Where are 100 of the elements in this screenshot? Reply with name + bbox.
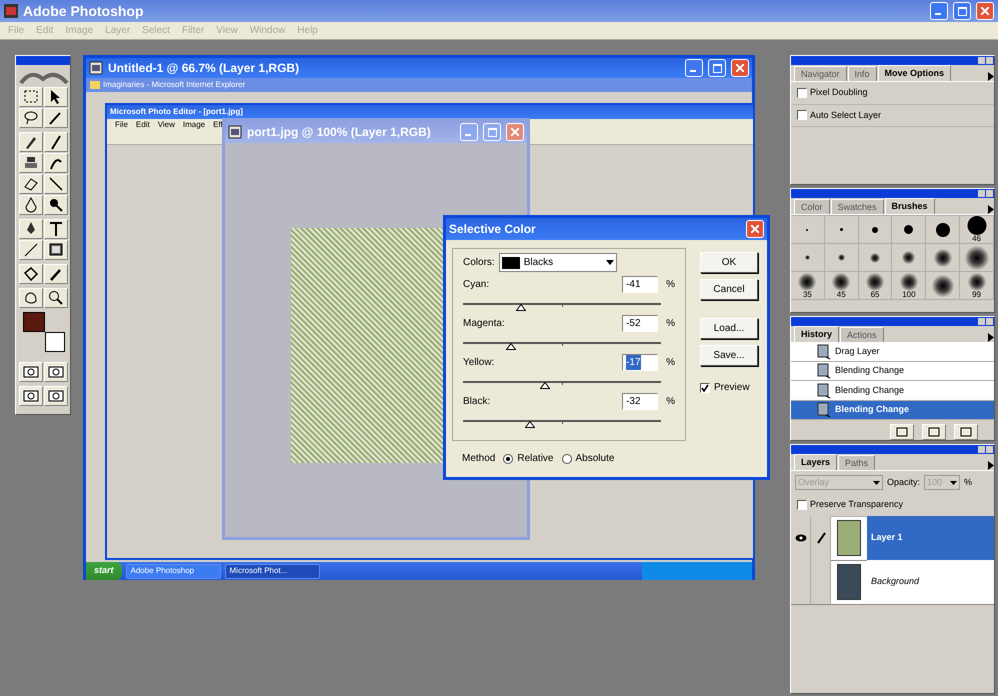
brush-preset[interactable] (960, 244, 994, 272)
maximize-button[interactable] (708, 59, 726, 77)
radio-option[interactable]: Relative (503, 451, 554, 466)
dialog-button[interactable]: OK (700, 252, 758, 273)
palette-tab[interactable]: History (794, 326, 840, 342)
brush-preset[interactable]: 99 (960, 272, 994, 300)
tool-button[interactable] (44, 264, 68, 284)
brush-preset[interactable] (858, 216, 892, 244)
minimize-button[interactable] (685, 59, 703, 77)
menu-item[interactable]: File (115, 119, 128, 131)
palette-tab[interactable]: Layers (794, 454, 838, 470)
history-item[interactable]: Blending Change (791, 381, 994, 401)
mode-button[interactable] (19, 386, 43, 406)
tool-button[interactable] (19, 288, 43, 308)
value-field[interactable]: -17 (622, 354, 658, 371)
tool-button[interactable] (44, 240, 68, 260)
brush-preset[interactable] (892, 244, 926, 272)
close-button[interactable] (746, 220, 764, 238)
tool-button[interactable] (19, 153, 43, 173)
value-field[interactable]: -32 (622, 393, 658, 410)
slider-thumb[interactable] (506, 343, 516, 350)
palette-tab[interactable]: Info (848, 66, 877, 81)
visibility-toggle[interactable] (791, 560, 811, 604)
close-button[interactable] (506, 123, 524, 141)
radio-option[interactable]: Absolute (562, 451, 614, 466)
palette-menu-icon[interactable] (988, 205, 994, 214)
brush-preset[interactable] (926, 216, 960, 244)
palette-tab[interactable]: Paths (838, 455, 876, 470)
tool-button[interactable] (19, 195, 43, 215)
value-field[interactable]: -41 (622, 276, 658, 293)
palette-tab[interactable]: Actions (840, 326, 884, 342)
history-item[interactable]: Blending Change (791, 400, 994, 420)
menu-item[interactable]: Edit (136, 119, 150, 131)
mode-button[interactable] (19, 362, 43, 382)
palette-menu-icon[interactable] (988, 72, 994, 81)
tool-button[interactable] (19, 87, 43, 107)
palette-tab[interactable]: Move Options (878, 65, 952, 81)
close-button[interactable] (731, 59, 749, 77)
tool-button[interactable] (19, 132, 43, 152)
background-color-swatch[interactable] (45, 332, 65, 352)
close-button[interactable] (976, 2, 994, 20)
brush-preset[interactable]: 100 (892, 272, 926, 300)
tool-button[interactable] (19, 108, 43, 128)
tool-button[interactable] (19, 240, 43, 260)
brush-preset[interactable]: 65 (858, 272, 892, 300)
palette-tab[interactable]: Color (794, 199, 830, 214)
minimize-button[interactable] (930, 2, 948, 20)
brush-preset[interactable] (926, 244, 960, 272)
menu-item[interactable]: View (158, 119, 175, 131)
slider-thumb[interactable] (540, 382, 550, 389)
bucket-icon (22, 265, 40, 283)
link-toggle[interactable] (811, 560, 831, 604)
tool-button[interactable] (44, 108, 68, 128)
slider-thumb[interactable] (516, 304, 526, 311)
palette-button[interactable] (890, 424, 914, 440)
tool-button[interactable] (44, 153, 68, 173)
menu-item[interactable]: Image (182, 119, 206, 131)
preview-checkbox[interactable]: Preview (700, 380, 758, 395)
brush-preset[interactable]: 46 (960, 216, 994, 244)
tool-button[interactable] (44, 87, 68, 107)
maximize-button[interactable] (953, 2, 971, 20)
dialog-button[interactable]: Save... (700, 345, 758, 366)
start-button[interactable]: start (86, 562, 122, 580)
tool-button[interactable] (19, 174, 43, 194)
brush-preset[interactable] (926, 272, 960, 300)
brush-preset[interactable] (858, 244, 892, 272)
taskbar-button[interactable]: Adobe Photoshop (126, 564, 221, 578)
tool-button[interactable] (44, 195, 68, 215)
value-field[interactable]: -52 (622, 315, 658, 332)
dialog-button[interactable]: Cancel (700, 279, 758, 300)
tool-button[interactable] (44, 132, 68, 152)
tool-button[interactable] (44, 288, 68, 308)
palette-menu-icon[interactable] (988, 461, 994, 470)
palette-tab[interactable]: Brushes (884, 198, 935, 214)
tool-button[interactable] (19, 219, 43, 239)
tool-button[interactable] (19, 264, 43, 284)
checkbox-option[interactable]: Pixel Doubling (791, 82, 994, 104)
palette-tab[interactable]: Navigator (794, 66, 847, 81)
brush-preset[interactable]: 35 (791, 272, 825, 300)
brush-preset[interactable] (892, 216, 926, 244)
colors-dropdown[interactable]: Blacks (498, 253, 617, 272)
dialog-button[interactable]: Load... (700, 318, 758, 339)
checkbox-option[interactable]: Auto Select Layer (791, 104, 994, 127)
tool-button[interactable] (44, 219, 68, 239)
eye-icon[interactable] (794, 534, 806, 542)
history-item[interactable]: Blending Change (791, 362, 994, 382)
palette-tab[interactable]: Swatches (830, 199, 884, 214)
foreground-color-swatch[interactable] (23, 312, 45, 332)
tool-button[interactable] (44, 174, 68, 194)
slider-thumb[interactable] (525, 421, 536, 428)
taskbar-button[interactable]: Microsoft Phot... (224, 564, 320, 578)
menu-item[interactable]: Eff (213, 119, 223, 131)
palette-menu-icon[interactable] (988, 332, 994, 342)
mode-button[interactable] (44, 362, 68, 382)
brush-preset[interactable]: 45 (824, 272, 859, 300)
mode-button[interactable] (44, 386, 68, 406)
palette-button[interactable] (922, 424, 946, 440)
history-item[interactable]: Drag Layer (791, 342, 994, 362)
palette-button[interactable] (954, 424, 978, 440)
layer-row[interactable]: Layer 1 (867, 516, 994, 560)
